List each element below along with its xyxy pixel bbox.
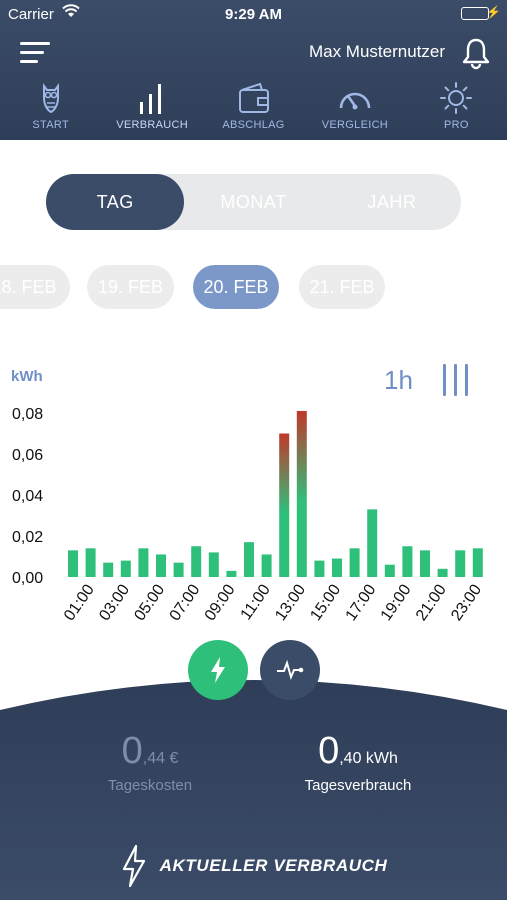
- bar-chart-icon: [140, 84, 162, 114]
- date-chip[interactable]: 18. FEB: [0, 265, 70, 309]
- bar-11:00[interactable]: [261, 554, 272, 577]
- bar-02:00[interactable]: [103, 562, 114, 577]
- bar-20:00[interactable]: [420, 550, 430, 577]
- nav-row: Max Musternutzer: [0, 34, 507, 70]
- bar-23:00[interactable]: [472, 548, 483, 577]
- bar-01:00[interactable]: [85, 548, 96, 577]
- charging-icon: ⚡: [486, 5, 501, 19]
- y-tick-label: 0,02: [12, 529, 43, 546]
- consumption-label: Tagesverbrauch: [304, 777, 412, 794]
- bar-12:00[interactable]: [279, 433, 290, 578]
- live-mode-button[interactable]: [188, 640, 248, 700]
- interval-selector[interactable]: 1h: [384, 365, 413, 396]
- tab-label: ABSCHLAG: [222, 119, 285, 131]
- battery-icon: [461, 7, 489, 20]
- bar-04:00[interactable]: [138, 548, 149, 577]
- date-chip[interactable]: 19. FEB: [87, 265, 174, 309]
- consumption-suffix: ,40 kWh: [339, 750, 398, 767]
- tab-label: VERGLEICH: [321, 119, 389, 131]
- wallet-icon: [238, 82, 269, 113]
- bar-17:00[interactable]: [367, 509, 378, 577]
- x-tick-label: 23:00: [448, 581, 485, 624]
- bar-09:00[interactable]: [226, 570, 237, 577]
- gauge-icon: [339, 92, 371, 110]
- x-tick-label: 21:00: [413, 581, 450, 624]
- x-tick-label: 13:00: [272, 581, 309, 624]
- pulse-icon: [277, 659, 304, 680]
- y-tick-label: 0,08: [12, 406, 43, 423]
- cost-suffix: ,44 €: [142, 750, 179, 767]
- bar-18:00[interactable]: [384, 564, 395, 577]
- tab-label: VERBRAUCH: [116, 119, 188, 131]
- daily-cost: 0,44 € Tageskosten: [60, 730, 240, 794]
- user-name[interactable]: Max Musternutzer: [309, 42, 445, 62]
- tab-label: START: [32, 119, 69, 131]
- x-tick-label: 05:00: [131, 581, 168, 624]
- segment-jahr[interactable]: JAHR: [323, 174, 461, 230]
- x-tick-label: 01:00: [61, 581, 98, 624]
- daily-consumption: 0,40 kWh Tagesverbrauch: [268, 730, 448, 794]
- status-bar: Carrier 9:29 AM ⚡: [0, 0, 507, 28]
- x-tick-label: 15:00: [307, 581, 344, 624]
- period-segment: TAG MONAT JAHR: [46, 174, 461, 230]
- tab-vergleich[interactable]: VERGLEICH: [304, 80, 405, 138]
- tab-pro[interactable]: PRO: [406, 80, 507, 138]
- bar-00:00[interactable]: [68, 550, 78, 577]
- bar-10:00[interactable]: [244, 542, 254, 577]
- bar-16:00[interactable]: [349, 548, 360, 577]
- pulse-mode-button[interactable]: [260, 640, 320, 700]
- bell-icon[interactable]: [459, 36, 493, 70]
- bar-21:00[interactable]: [437, 568, 448, 577]
- x-tick-label: 11:00: [238, 581, 274, 623]
- lightning-outline-icon: [122, 844, 145, 888]
- y-tick-label: 0,04: [12, 488, 43, 505]
- unit-label: kWh: [11, 368, 43, 385]
- date-chip[interactable]: 21. FEB: [299, 265, 385, 309]
- bar-19:00[interactable]: [402, 546, 413, 577]
- main-tabs: START VERBRAUCH ABSCHLAG VERGLEICH PRO: [0, 80, 507, 138]
- segment-tag[interactable]: TAG: [46, 174, 185, 230]
- tab-verbrauch[interactable]: VERBRAUCH: [101, 80, 202, 138]
- top-header: Carrier 9:29 AM ⚡ Max Musternutzer START…: [0, 0, 507, 140]
- x-tick-label: 17:00: [343, 581, 380, 624]
- consumption-integer: 0: [318, 730, 340, 772]
- lightning-icon: [211, 657, 225, 683]
- date-chip-selected[interactable]: 20. FEB: [193, 265, 279, 309]
- x-tick-label: 03:00: [96, 581, 133, 624]
- segment-monat[interactable]: MONAT: [184, 174, 322, 230]
- bar-13:00[interactable]: [296, 410, 307, 577]
- menu-icon[interactable]: [20, 42, 50, 64]
- owl-icon: [42, 83, 59, 114]
- consumption-chart: 0,00 0,02 0,04 0,06 0,08 01:0003:0005:0007:0…: [12, 406, 485, 624]
- y-tick-label: 0,06: [12, 447, 43, 464]
- tab-label: PRO: [443, 119, 469, 131]
- bar-07:00[interactable]: [191, 546, 202, 577]
- bar-06:00[interactable]: [173, 562, 184, 577]
- app-root: Carrier 9:29 AM ⚡ Max Musternutzer START…: [0, 0, 507, 900]
- bar-08:00[interactable]: [208, 552, 219, 577]
- cost-label: Tageskosten: [107, 777, 193, 794]
- x-tick-label: 07:00: [167, 581, 204, 624]
- tab-abschlag[interactable]: ABSCHLAG: [203, 80, 304, 138]
- bar-14:00[interactable]: [314, 560, 325, 577]
- cta-label: AKTUELLER VERBRAUCH: [159, 856, 388, 875]
- bar-05:00[interactable]: [156, 554, 166, 577]
- tab-start[interactable]: START: [0, 80, 101, 138]
- x-tick-label: 19:00: [378, 581, 415, 624]
- current-consumption-button[interactable]: AKTUELLER VERBRAUCH: [0, 842, 507, 890]
- bar-03:00[interactable]: [120, 560, 131, 577]
- bar-22:00[interactable]: [455, 550, 466, 577]
- cost-integer: 0: [121, 730, 143, 772]
- chart-type-icon[interactable]: [441, 364, 471, 396]
- y-tick-label: 0,00: [12, 570, 43, 587]
- clock: 9:29 AM: [225, 6, 282, 23]
- sun-icon: [440, 82, 473, 114]
- bar-15:00[interactable]: [332, 558, 342, 577]
- x-tick-label: 09:00: [202, 581, 239, 624]
